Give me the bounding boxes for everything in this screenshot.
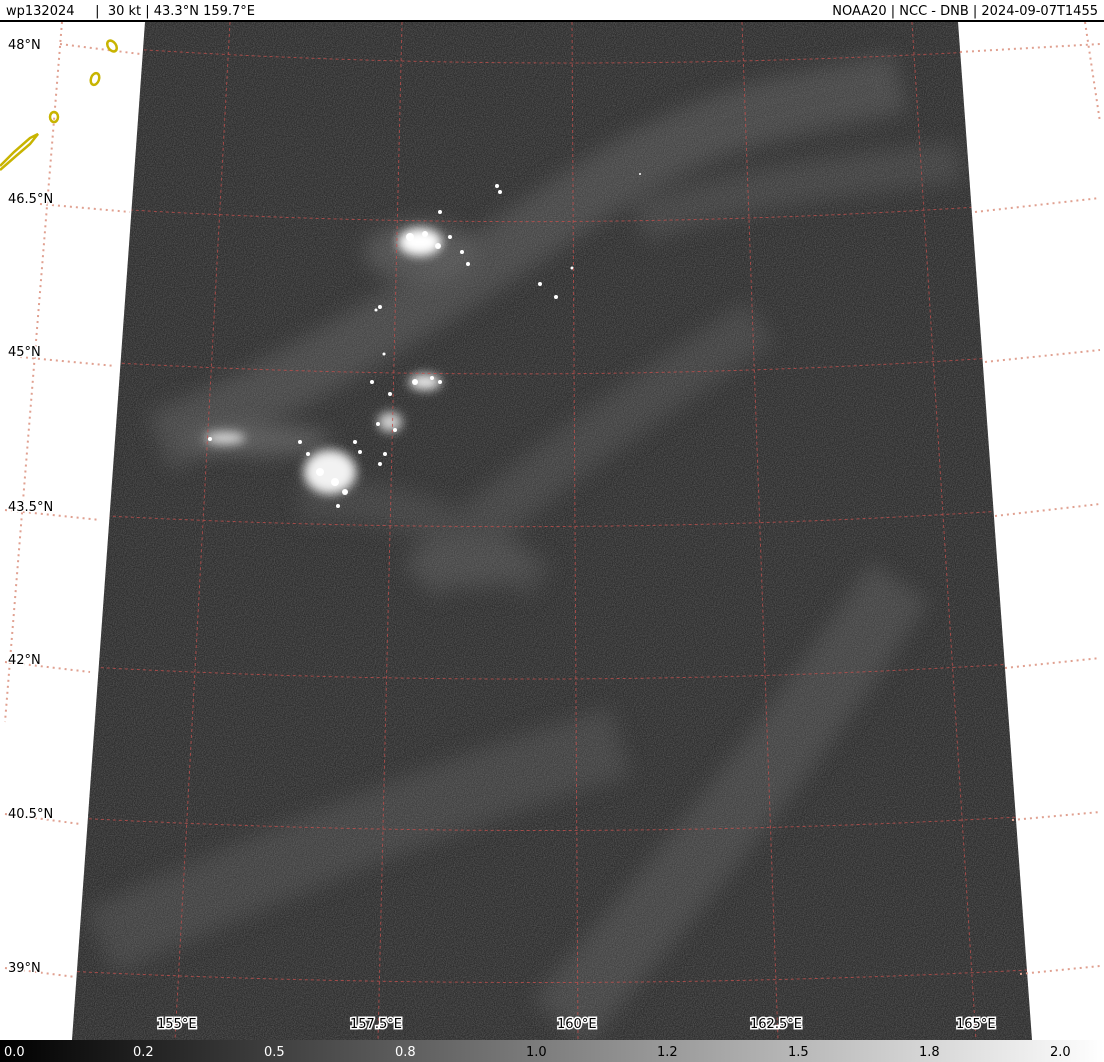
lat-label: 48°N <box>8 38 41 53</box>
colorbar-tick: 1.5 <box>788 1045 809 1060</box>
title-bar: wp132024 | 30 kt | 43.3°N 159.7°E NOAA20… <box>0 0 1104 22</box>
lat-label: 43.5°N <box>8 500 53 515</box>
lon-label: 162.5°E <box>750 1017 802 1032</box>
colorbar: 0.0 0.2 0.5 0.8 1.0 1.2 1.5 1.8 2.0 <box>0 1040 1104 1062</box>
colorbar-tick: 0.0 <box>4 1045 25 1060</box>
colorbar-tick: 1.8 <box>919 1045 940 1060</box>
lon-label: 165°E <box>956 1017 996 1032</box>
lon-label: 160°E <box>557 1017 597 1032</box>
colorbar-tick: 2.0 <box>1050 1045 1071 1060</box>
satellite-swath <box>72 22 1032 1040</box>
lat-label: 40.5°N <box>8 807 53 822</box>
lat-label: 45°N <box>8 345 41 360</box>
satellite-product-label: NOAA20 | NCC - DNB | 2024-09-07T1455 <box>832 4 1098 19</box>
lon-label: 157.5°E <box>350 1017 402 1032</box>
satellite-image-frame: wp132024 | 30 kt | 43.3°N 159.7°E NOAA20… <box>0 0 1104 1062</box>
colorbar-tick: 1.0 <box>526 1045 547 1060</box>
lat-label: 42°N <box>8 653 41 668</box>
lat-label: 39°N <box>8 961 41 976</box>
colorbar-tick: 0.5 <box>264 1045 285 1060</box>
colorbar-tick: 0.8 <box>395 1045 416 1060</box>
lon-label: 155°E <box>157 1017 197 1032</box>
map-panel: 48°N 46.5°N 45°N 43.5°N 42°N 40.5°N 39°N… <box>0 22 1101 1040</box>
colorbar-tick: 0.2 <box>133 1045 154 1060</box>
latitude-labels: 48°N 46.5°N 45°N 43.5°N 42°N 40.5°N 39°N <box>7 37 55 978</box>
storm-info-label: wp132024 | 30 kt | 43.3°N 159.7°E <box>6 4 255 19</box>
lat-label: 46.5°N <box>8 192 53 207</box>
colorbar-tick: 1.2 <box>657 1045 678 1060</box>
